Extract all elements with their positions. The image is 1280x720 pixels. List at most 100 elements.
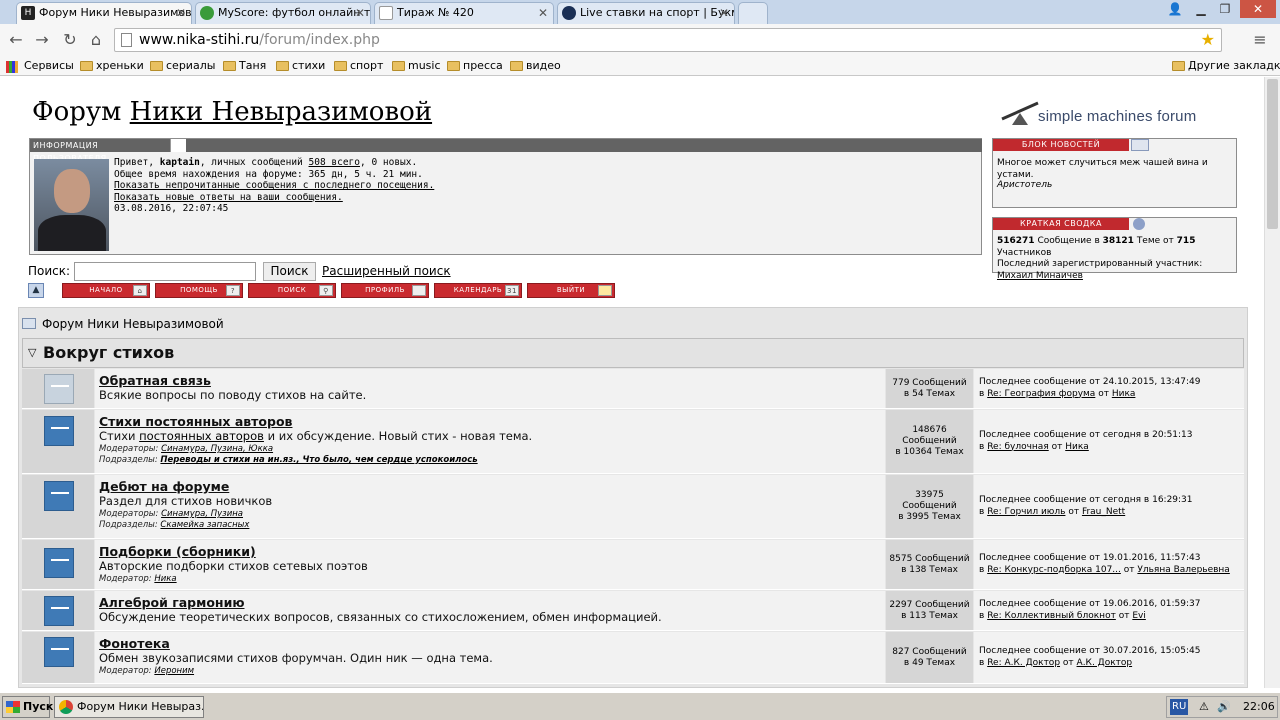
forum-title-prefix: Форум: [32, 97, 122, 127]
last-post-user-link[interactable]: Ника: [1065, 442, 1089, 452]
moderators-links[interactable]: Синамура, Пузина, Юкка: [161, 444, 273, 454]
bookmark-folder[interactable]: сериалы: [150, 58, 215, 74]
other-bookmarks[interactable]: Другие закладки: [1172, 58, 1280, 74]
last-post-topic-link[interactable]: Re: Горчил июль: [987, 507, 1065, 517]
reload-icon[interactable]: ↻: [60, 30, 80, 50]
last-post-user-link[interactable]: Ника: [1112, 389, 1136, 399]
close-tab-icon[interactable]: ✕: [176, 3, 186, 23]
menu-help-button[interactable]: ПОМОЩЬ?: [155, 283, 243, 298]
bookmark-folder[interactable]: хреньки: [80, 58, 144, 74]
new-tab-button[interactable]: [738, 2, 768, 24]
bookmark-label: хреньки: [96, 59, 144, 72]
menu-icon[interactable]: ≡: [1250, 30, 1270, 50]
unread-posts-link[interactable]: Показать непрочитанные сообщения с после…: [114, 180, 714, 192]
search-input[interactable]: [74, 262, 256, 281]
close-window-icon[interactable]: ✕: [1240, 0, 1276, 18]
subboards-links[interactable]: Переводы и стихи на ин.яз., Что было, че…: [160, 455, 477, 465]
last-post-user-link[interactable]: Ульяна Валерьевна: [1137, 565, 1229, 575]
clock[interactable]: 22:06: [1243, 697, 1275, 717]
bookmark-apps[interactable]: Сервисы: [6, 58, 74, 74]
moderators-links[interactable]: Синамура, Пузина: [161, 509, 243, 519]
last-post-user-link[interactable]: Evi: [1132, 611, 1146, 621]
avatar-face: [54, 169, 90, 213]
last-post-topic-link[interactable]: Re: География форума: [987, 389, 1095, 399]
home-icon[interactable]: ⌂: [86, 30, 106, 50]
taskbar-chrome-item[interactable]: Форум Ники Невыраз...: [54, 696, 204, 718]
board-name-link[interactable]: Подборки (сборники): [99, 544, 881, 559]
start-label: Пуск: [23, 700, 54, 713]
address-bar[interactable]: www.nika-stihi.ru/forum/index.php ★: [114, 28, 1222, 52]
menu-logout-button[interactable]: ВЫЙТИ: [527, 283, 615, 298]
greeting: Привет,: [114, 157, 155, 168]
bookmark-star-icon[interactable]: ★: [1201, 29, 1215, 51]
advanced-search-link[interactable]: Расширенный поиск: [322, 264, 451, 278]
menu-home-button[interactable]: НАЧАЛО ⌂: [62, 283, 150, 298]
subboards-links[interactable]: Скамейка запасных: [160, 520, 249, 530]
close-tab-icon[interactable]: ✕: [719, 3, 729, 23]
last-post-user-link[interactable]: Frau_Nett: [1082, 507, 1125, 517]
board-name-link[interactable]: Стихи постоянных авторов: [99, 414, 881, 429]
last-post-topic-link[interactable]: Re: булочная: [987, 442, 1049, 452]
folder-icon: [1172, 61, 1185, 71]
minimize-icon[interactable]: ▁: [1188, 0, 1214, 18]
page-icon: [121, 33, 132, 47]
network-icon[interactable]: ⚠: [1199, 697, 1209, 717]
board-name-link[interactable]: Обратная связь: [99, 373, 881, 388]
breadcrumb[interactable]: Форум Ники Невыразимовой: [22, 317, 224, 331]
board-info-cell: Алгеброй гармонию Обсуждение теоретическ…: [95, 591, 885, 630]
forum-title-link[interactable]: Ники Невыразимовой: [130, 97, 432, 127]
bookmark-label: Другие закладки: [1188, 59, 1280, 72]
language-indicator[interactable]: RU: [1170, 699, 1189, 715]
new-replies-link[interactable]: Показать новые ответы на ваши сообщения.: [114, 192, 714, 204]
moderators-links[interactable]: Иероним: [154, 666, 194, 676]
bookmark-folder[interactable]: спорт: [334, 58, 383, 74]
bookmark-folder[interactable]: видео: [510, 58, 561, 74]
last-post-topic-link[interactable]: Re: Коллективный блокнот: [987, 611, 1116, 621]
board-posts: 148676: [912, 425, 947, 435]
forward-icon[interactable]: →: [32, 30, 52, 50]
bookmark-label: видео: [526, 59, 561, 72]
maximize-icon[interactable]: ❐: [1212, 0, 1238, 18]
last-post-topic-link[interactable]: Re: Конкурс-подборка 107...: [987, 565, 1121, 575]
close-tab-icon[interactable]: ✕: [538, 3, 548, 23]
menu-profile-button[interactable]: ПРОФИЛЬ: [341, 283, 429, 298]
avatar: [34, 159, 109, 251]
tab-title: MyScore: футбол онлайн тр: [218, 6, 371, 19]
collapse-up-icon[interactable]: ▲: [28, 283, 44, 298]
browser-tab-bar: H Форум Ники Невыразимовой ✕ MyScore: фу…: [0, 0, 1280, 24]
board-name-link[interactable]: Алгеброй гармонию: [99, 595, 881, 610]
bookmark-folder[interactable]: стихи: [276, 58, 325, 74]
board-topics: в 113 Темах: [901, 610, 958, 621]
bookmark-folder[interactable]: Таня: [223, 58, 266, 74]
board-name-link[interactable]: Фонотека: [99, 636, 881, 651]
search-button[interactable]: Поиск: [263, 262, 316, 281]
back-icon[interactable]: ←: [6, 30, 26, 50]
moderators-links[interactable]: Ника: [154, 574, 176, 584]
start-button[interactable]: Пуск: [2, 696, 54, 718]
volume-icon[interactable]: 🔊: [1217, 697, 1231, 717]
smf-logo[interactable]: simple machines forum: [1000, 95, 1236, 135]
bookmark-folder[interactable]: music: [392, 58, 441, 74]
browser-toolbar: ← → ↻ ⌂ www.nika-stihi.ru/forum/index.ph…: [0, 24, 1280, 56]
tab-tirazh[interactable]: Тираж № 420 ✕: [374, 2, 554, 24]
user-icon[interactable]: 👤: [1162, 0, 1188, 18]
bookmark-folder[interactable]: пресса: [447, 58, 503, 74]
tab-nika-forum[interactable]: H Форум Ники Невыразимовой ✕: [16, 2, 192, 24]
menu-label: ПРОФИЛЬ: [365, 286, 405, 294]
triangle-down-icon[interactable]: ▽: [28, 346, 36, 359]
vertical-scrollbar[interactable]: [1264, 77, 1280, 688]
board-description-link[interactable]: постоянных авторов: [139, 429, 264, 443]
board-name-link[interactable]: Дебют на форуме: [99, 479, 881, 494]
scrollbar-thumb[interactable]: [1267, 79, 1278, 229]
tab-myscore[interactable]: MyScore: футбол онлайн тр ✕: [195, 2, 371, 24]
last-post-topic-link[interactable]: Re: А.К. Доктор: [987, 658, 1060, 668]
collapse-icon[interactable]: [170, 139, 186, 152]
close-tab-icon[interactable]: ✕: [355, 3, 365, 23]
menu-calendar-button[interactable]: КАЛЕНДАРЬ 31: [434, 283, 522, 298]
menu-search-button[interactable]: ПОИСК ⚲: [248, 283, 336, 298]
messages-link[interactable]: 508 всего: [309, 157, 360, 168]
tab-live-bets[interactable]: Live ставки на спорт | Букм ✕: [557, 2, 735, 24]
last-member-link[interactable]: Михаил Минаичев: [997, 271, 1235, 283]
last-post-user-link[interactable]: А.К. Доктор: [1077, 658, 1133, 668]
category-header[interactable]: ▽ Вокруг стихов: [22, 338, 1244, 368]
